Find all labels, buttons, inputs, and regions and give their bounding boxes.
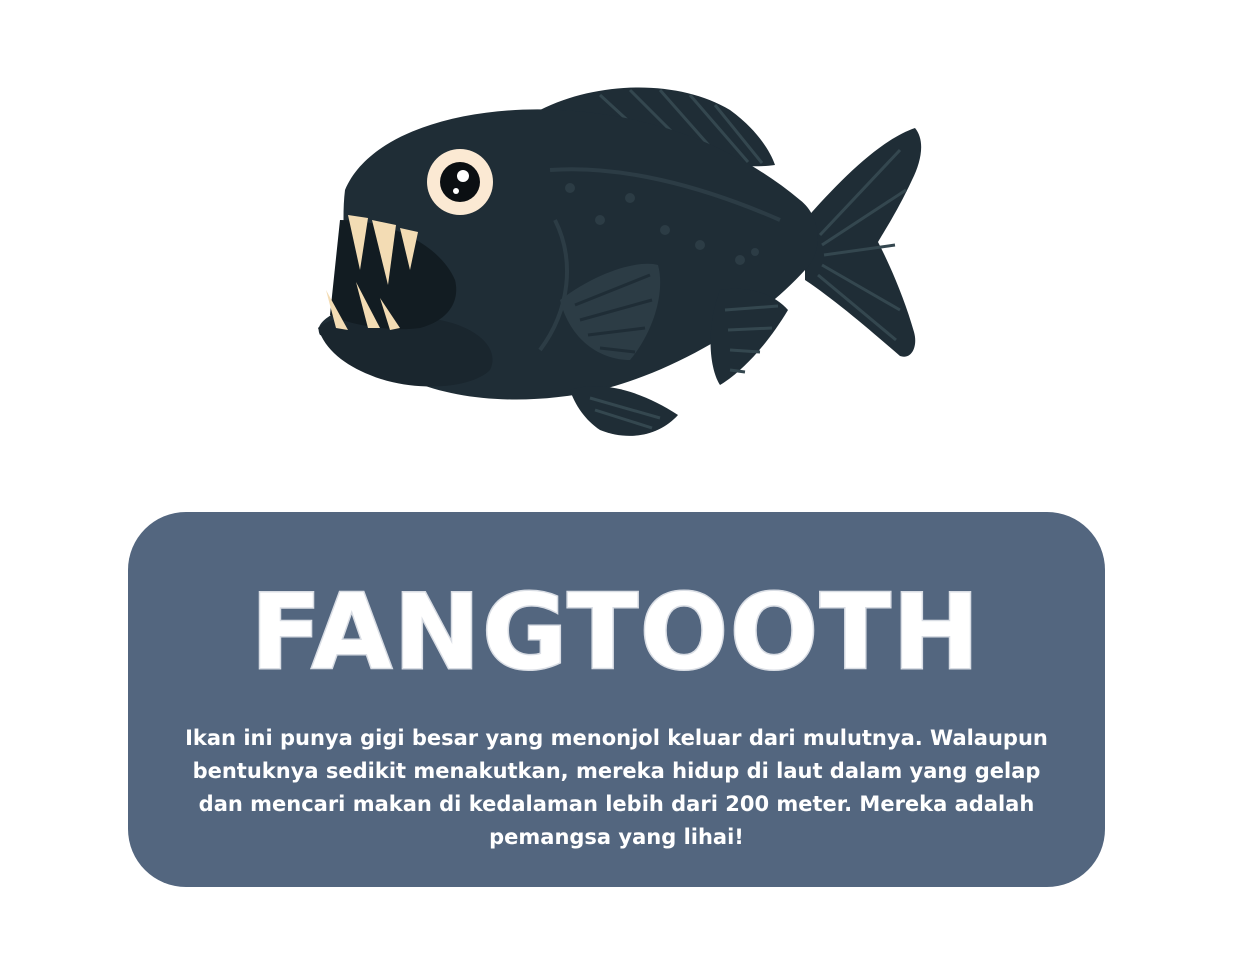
title-graphic: FANGTOOTH bbox=[249, 572, 981, 693]
fangtooth-fish-illustration bbox=[300, 70, 940, 450]
fish-description: Ikan ini punya gigi besar yang menonjol … bbox=[185, 726, 1048, 849]
page-title: FANGTOOTH bbox=[251, 573, 981, 692]
info-card: FANGTOOTH Ikan ini punya gigi besar yang… bbox=[128, 512, 1105, 887]
fish-tail bbox=[805, 128, 922, 357]
fish-anal-fin bbox=[710, 288, 788, 385]
fish-pelvic-fin bbox=[570, 386, 678, 436]
